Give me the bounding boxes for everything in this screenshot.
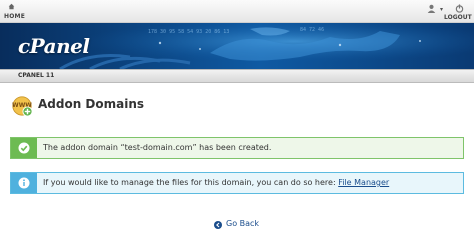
chevron-down-icon[interactable]: ▾	[440, 6, 443, 13]
info-text: If you would like to manage the files fo…	[43, 178, 389, 187]
breadcrumb[interactable]: CPANEL 11	[18, 72, 54, 79]
svg-text:84 72 46: 84 72 46	[300, 27, 324, 33]
info-badge	[11, 173, 37, 193]
checkmark-icon	[18, 142, 30, 154]
logout-icon	[455, 4, 464, 13]
go-back-label: Go Back	[226, 219, 260, 228]
home-label: HOME	[4, 13, 25, 20]
svg-text:178 30 95 58 54 93 20 86 13: 178 30 95 58 54 93 20 86 13	[148, 29, 229, 35]
header-banner: 178 30 95 58 54 93 20 86 13 84 72 46 cPa…	[0, 23, 474, 69]
info-text-prefix: If you would like to manage the files fo…	[43, 178, 339, 187]
logout-label: LOGOUT	[444, 14, 472, 21]
home-icon	[8, 3, 15, 10]
info-message: If you would like to manage the files fo…	[10, 172, 464, 194]
success-message: The addon domain “test-domain.com” has b…	[10, 137, 464, 159]
back-arrow-icon	[214, 221, 222, 229]
user-icon[interactable]	[427, 4, 436, 13]
file-manager-link[interactable]: File Manager	[338, 178, 389, 187]
success-badge	[11, 138, 37, 158]
sub-nav-bar: CPANEL 11	[0, 69, 474, 83]
page-title: Addon Domains	[38, 97, 145, 111]
www-globe-icon: WWW	[12, 96, 33, 117]
success-text: The addon domain “test-domain.com” has b…	[43, 143, 272, 152]
cpanel-logo[interactable]: cPanel	[18, 34, 90, 58]
info-icon	[18, 177, 30, 189]
top-bar: HOME ▾ LOGOUT	[0, 0, 474, 23]
